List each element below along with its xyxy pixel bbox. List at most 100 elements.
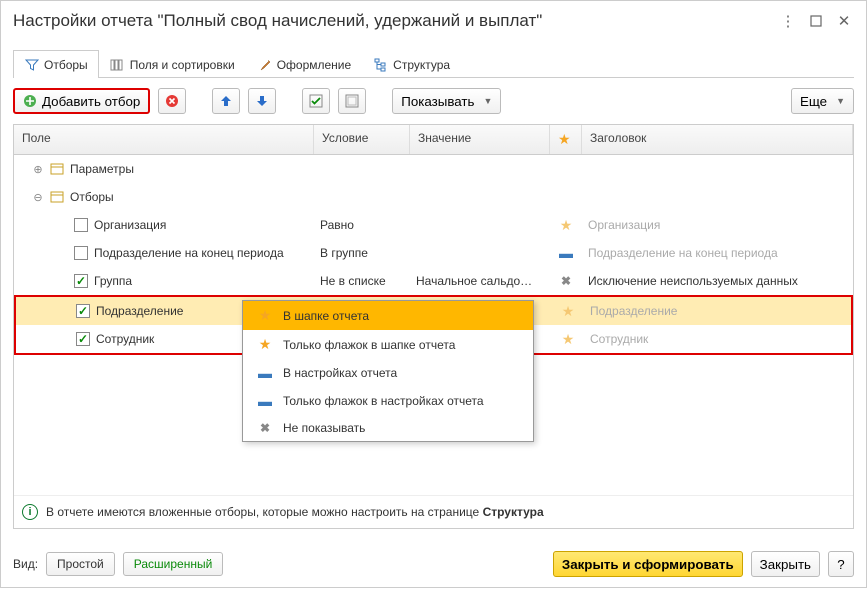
show-dropdown-button[interactable]: Показывать ▼ — [392, 88, 501, 114]
field-name: Подразделение — [96, 304, 183, 318]
tab-format[interactable]: Оформление — [246, 50, 362, 78]
help-button[interactable]: ? — [828, 551, 854, 577]
filter-row[interactable]: ОрганизацияРавно★Организация — [14, 211, 853, 239]
delete-button[interactable] — [158, 88, 186, 114]
tab-label: Поля и сортировки — [130, 58, 235, 72]
x-circle-icon — [165, 94, 179, 108]
checkbox[interactable] — [74, 218, 88, 232]
value-text: Начальное сальдо… — [416, 274, 532, 288]
title-text: Исключение неиспользуемых данных — [588, 274, 798, 288]
filters-node-icon — [50, 190, 64, 204]
checkbox[interactable] — [74, 246, 88, 260]
uncheck-all-button[interactable] — [338, 88, 366, 114]
info-bar: i В отчете имеются вложенные отборы, кот… — [14, 495, 853, 528]
condition-value: Равно — [320, 218, 354, 232]
field-name: Сотрудник — [96, 332, 154, 346]
star-icon: ★ — [562, 331, 575, 348]
close-icon[interactable]: ✕ — [834, 11, 854, 31]
tab-label: Структура — [393, 58, 450, 72]
move-up-button[interactable] — [212, 88, 240, 114]
move-down-button[interactable] — [248, 88, 276, 114]
window-title: Настройки отчета "Полный свод начислений… — [13, 11, 770, 31]
dd-item-label: В шапке отчета — [283, 309, 369, 323]
expand-icon[interactable]: ⊕ — [32, 163, 44, 176]
field-name: Группа — [94, 274, 132, 288]
chevron-down-icon: ▼ — [483, 96, 492, 106]
col-condition[interactable]: Условие — [314, 125, 410, 154]
view-label: Вид: — [13, 557, 38, 571]
more-dropdown-button[interactable]: Еще ▼ — [791, 88, 854, 114]
col-field[interactable]: Поле — [14, 125, 314, 154]
collapse-icon[interactable]: ⊖ — [32, 191, 44, 204]
title-text: Сотрудник — [590, 332, 648, 346]
footer: Вид: Простой Расширенный Закрыть и сформ… — [1, 541, 866, 587]
view-advanced-button[interactable]: Расширенный — [123, 552, 224, 576]
titlebar: Настройки отчета "Полный свод начислений… — [1, 1, 866, 41]
maximize-icon[interactable] — [806, 11, 826, 31]
node-label: Отборы — [70, 190, 114, 204]
checkbox[interactable] — [74, 274, 88, 288]
dropdown-item[interactable]: ▬В настройках отчета — [243, 359, 533, 387]
dd-item-label: Не показывать — [283, 421, 365, 435]
x-icon: ✖ — [260, 421, 270, 435]
dash-icon: ▬ — [258, 393, 272, 409]
kebab-icon[interactable]: ⋮ — [778, 11, 798, 31]
check-all-button[interactable] — [302, 88, 330, 114]
tree-node-parameters[interactable]: ⊕ Параметры — [14, 155, 853, 183]
arrow-up-icon — [219, 94, 233, 108]
check-all-icon — [309, 94, 323, 108]
parameters-icon — [50, 162, 64, 176]
tab-fields[interactable]: Поля и сортировки — [99, 50, 246, 78]
node-label: Параметры — [70, 162, 134, 176]
title-text: Подразделение — [590, 304, 677, 318]
brush-icon — [257, 57, 272, 72]
filter-row[interactable]: Группа Не в списке Начальное сальдо… ✖ Исклю… — [14, 267, 853, 295]
star-icon: ★ — [259, 336, 272, 352]
star-icon: ★ — [562, 303, 575, 320]
funnel-icon — [24, 57, 39, 72]
tab-bar: Отборы Поля и сортировки Оформление Стру… — [13, 49, 854, 78]
close-button[interactable]: Закрыть — [751, 551, 820, 577]
dd-item-icon: ✖ — [257, 421, 273, 435]
condition-value: В группе — [320, 246, 368, 260]
dropdown-item[interactable]: ▬ Только флажок в настройках отчета — [243, 387, 533, 415]
uncheck-all-icon — [345, 94, 359, 108]
condition-value: Не в списке — [320, 274, 386, 288]
star-icon: ★ — [560, 217, 573, 234]
show-mode-dropdown: ★ В шапке отчета ★Только флажок в шапке от… — [242, 300, 534, 442]
arrow-down-icon — [255, 94, 269, 108]
dd-item-icon: ▬ — [257, 365, 273, 381]
button-label: Показывать — [401, 94, 474, 109]
col-value[interactable]: Значение — [410, 125, 550, 154]
view-simple-button[interactable]: Простой — [46, 552, 115, 576]
tab-label: Отборы — [44, 58, 88, 72]
col-star[interactable]: ★ — [550, 125, 582, 154]
col-title[interactable]: Заголовок — [582, 125, 853, 154]
star-icon: ★ — [259, 307, 272, 323]
star-icon: ★ — [558, 131, 571, 147]
close-and-form-button[interactable]: Закрыть и сформировать — [553, 551, 743, 577]
button-label: Еще — [800, 94, 827, 109]
dropdown-item[interactable]: ★Только флажок в шапке отчета — [243, 330, 533, 359]
tab-structure[interactable]: Структура — [362, 50, 461, 78]
settings-window: Настройки отчета "Полный свод начислений… — [0, 0, 867, 588]
filter-row[interactable]: Подразделение на конец периодаВ группе▬П… — [14, 239, 853, 267]
checkbox[interactable] — [76, 332, 90, 346]
add-filter-button[interactable]: Добавить отбор — [13, 88, 150, 114]
dropdown-item[interactable]: ✖ Не показывать — [243, 415, 533, 441]
tab-filters[interactable]: Отборы — [13, 50, 99, 78]
button-label: Добавить отбор — [42, 94, 140, 109]
info-text: В отчете имеются вложенные отборы, котор… — [46, 505, 544, 519]
dash-icon: ▬ — [559, 245, 573, 261]
dd-item-icon: ★ — [257, 307, 273, 324]
dropdown-item[interactable]: ★ В шапке отчета — [243, 301, 533, 330]
x-icon: ✖ — [561, 274, 571, 288]
tree-node-filters[interactable]: ⊖ Отборы — [14, 183, 853, 211]
checkbox[interactable] — [76, 304, 90, 318]
field-name: Организация — [94, 218, 166, 232]
tree-icon — [373, 57, 388, 72]
dd-item-icon: ★ — [257, 336, 273, 353]
title-text: Подразделение на конец периода — [588, 246, 778, 260]
columns-icon — [110, 57, 125, 72]
dd-item-label: Только флажок в настройках отчета — [283, 394, 484, 408]
